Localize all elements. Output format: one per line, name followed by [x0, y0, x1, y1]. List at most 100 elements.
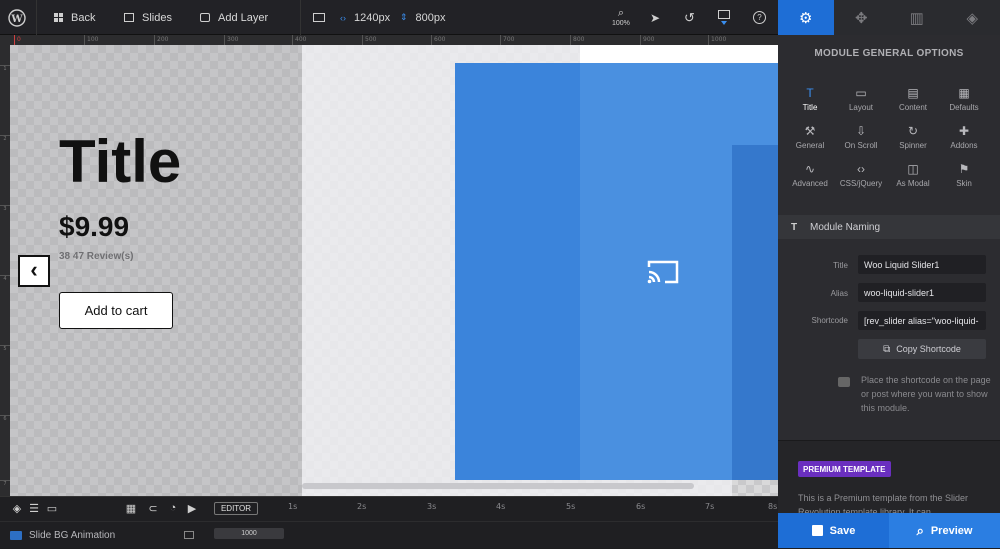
layers-toggle-icon[interactable]: ◈: [10, 501, 24, 515]
width-arrows-icon: ‹›: [340, 13, 346, 23]
height-field[interactable]: ⇕ 800px: [400, 0, 446, 35]
editor-badge[interactable]: EDITOR: [214, 502, 258, 515]
gamepad-icon: ✥: [855, 9, 868, 27]
prev-slide-arrow[interactable]: ‹: [18, 255, 50, 287]
canvas-scrollbar[interactable]: [302, 483, 694, 489]
ruler-tick: 300: [224, 35, 238, 45]
option-as-modal[interactable]: ◫ As Modal: [887, 163, 939, 197]
image-frame-icon: [184, 531, 194, 539]
zoom-button[interactable]: ⌕ 100%: [612, 0, 630, 35]
zoom-icon: ⌕: [618, 8, 624, 19]
slide-canvas[interactable]: Title $9.99 38 47 Review(s) Add to cart …: [10, 45, 778, 496]
ruler-tick: 3: [0, 205, 10, 212]
slide-background-top: [580, 45, 778, 63]
tab-module-settings[interactable]: ⚙: [778, 0, 834, 35]
ruler-tick: 400: [292, 35, 306, 45]
undo-button[interactable]: ↺: [684, 0, 695, 35]
ruler-tick: 5: [0, 345, 10, 352]
cast-icon[interactable]: [646, 259, 680, 285]
tab-slide-settings[interactable]: ▥: [889, 0, 945, 35]
timeline-row-bg-animation[interactable]: Slide BG Animation 1000: [0, 521, 778, 549]
option-addons[interactable]: ✚ Addons: [938, 125, 990, 159]
slides-button[interactable]: Slides: [124, 0, 172, 35]
product-reviews-layer[interactable]: 38 47 Review(s): [59, 251, 134, 262]
option-label: General: [796, 141, 824, 150]
shortcode-field[interactable]: [rev_slider alias="woo-liquid-: [858, 311, 986, 330]
option-label: Addons: [950, 141, 977, 150]
option-on-scroll[interactable]: ⇩ On Scroll: [835, 125, 887, 159]
svg-text:W: W: [10, 14, 23, 25]
chevron-left-icon: ‹: [30, 259, 37, 281]
title-icon: T: [806, 87, 813, 99]
ruler-tick: 800: [570, 35, 584, 45]
preview-device-button[interactable]: [718, 0, 730, 35]
modal-icon: ◫: [907, 163, 918, 175]
scroll-icon: ⇩: [856, 125, 866, 137]
list-icon[interactable]: ☰: [27, 501, 41, 515]
wordpress-logo[interactable]: W: [8, 0, 26, 35]
gear-icon: ⚙: [799, 9, 812, 27]
title-field-label: Title: [833, 261, 848, 270]
alias-field-label: Alias: [831, 289, 848, 298]
code-icon: ‹›: [857, 163, 865, 175]
help-button[interactable]: ?: [753, 0, 766, 35]
copy-shortcode-label: Copy Shortcode: [896, 344, 961, 354]
option-defaults[interactable]: ▦ Defaults: [938, 87, 990, 121]
folder-icon[interactable]: ▭: [45, 501, 59, 515]
width-field[interactable]: ‹› 1240px: [340, 0, 390, 35]
dropdown-caret-icon: [721, 21, 727, 25]
product-title-layer[interactable]: Title: [59, 127, 181, 196]
panel-tabs: ⚙ ✥ ▥ ◈: [778, 0, 1000, 35]
ruler-tick: 7: [0, 480, 10, 487]
layout-icon: ▭: [855, 87, 866, 99]
module-naming-header[interactable]: T Module Naming: [778, 215, 1000, 239]
option-label: Skin: [956, 179, 972, 188]
tab-layers[interactable]: ◈: [945, 0, 1000, 35]
vertical-ruler: 1 2 3 4 5 6 7: [0, 45, 10, 496]
horizontal-ruler: 0 100 200 300 400 500 600 700 800 900 10…: [0, 35, 778, 45]
option-spinner[interactable]: ↻ Spinner: [887, 125, 939, 159]
option-content[interactable]: ▤ Content: [887, 87, 939, 121]
play-icon[interactable]: ▶: [185, 501, 199, 515]
tab-navigation[interactable]: ✥: [834, 0, 890, 35]
ruler-tick: 500: [362, 35, 376, 45]
time-mark: 4s: [496, 502, 505, 511]
content-icon: ▤: [907, 87, 918, 99]
timeline: ◈ ☰ ▭ ▦ ⊂ ◔ ▶ EDITOR 1s 2s 3s 4s 5s 6s 7…: [0, 496, 778, 548]
add-layer-button[interactable]: Add Layer: [200, 0, 268, 35]
title-field[interactable]: Woo Liquid Slider1: [858, 255, 986, 274]
save-button[interactable]: Save: [778, 513, 889, 548]
help-icon: ?: [753, 11, 766, 24]
copy-shortcode-button[interactable]: ⧉ Copy Shortcode: [858, 339, 986, 359]
panel-title: MODULE GENERAL OPTIONS: [778, 48, 1000, 59]
title-icon: T: [778, 222, 810, 233]
comment-icon: [838, 377, 850, 387]
select-tool-button[interactable]: ➤: [650, 0, 660, 35]
add-to-cart-button[interactable]: Add to cart: [59, 292, 173, 329]
ruler-tick: 6: [0, 415, 10, 422]
option-layout[interactable]: ▭ Layout: [835, 87, 887, 121]
premium-badge: PREMIUM TEMPLATE: [798, 461, 891, 477]
product-price-layer[interactable]: $9.99: [59, 211, 129, 243]
animation-duration-bar[interactable]: 1000: [214, 528, 284, 539]
height-value: 800px: [416, 12, 446, 24]
option-label: Spinner: [899, 141, 927, 150]
back-button[interactable]: Back: [54, 0, 95, 35]
preview-button[interactable]: ⌕ Preview: [889, 513, 1000, 548]
option-css-jquery[interactable]: ‹› CSS/jQuery: [835, 163, 887, 197]
option-general[interactable]: ⚒ General: [784, 125, 836, 159]
spinner-icon: ↻: [908, 125, 918, 137]
option-title[interactable]: T Title: [784, 87, 836, 121]
option-label: Layout: [849, 103, 873, 112]
option-advanced[interactable]: ∿ Advanced: [784, 163, 836, 197]
blue-shape-layer-edge[interactable]: [732, 145, 778, 480]
ruler-tick: 0: [14, 35, 21, 45]
device-desktop-button[interactable]: [313, 0, 325, 35]
ruler-tick: 200: [154, 35, 168, 45]
grid-snap-icon[interactable]: ▦: [124, 501, 138, 515]
stopwatch-icon[interactable]: ◔: [166, 501, 180, 515]
defaults-icon: ▦: [958, 87, 969, 99]
alias-field[interactable]: woo-liquid-slider1: [858, 283, 986, 302]
magnet-icon[interactable]: ⊂: [146, 501, 160, 515]
option-skin[interactable]: ⚑ Skin: [938, 163, 990, 197]
